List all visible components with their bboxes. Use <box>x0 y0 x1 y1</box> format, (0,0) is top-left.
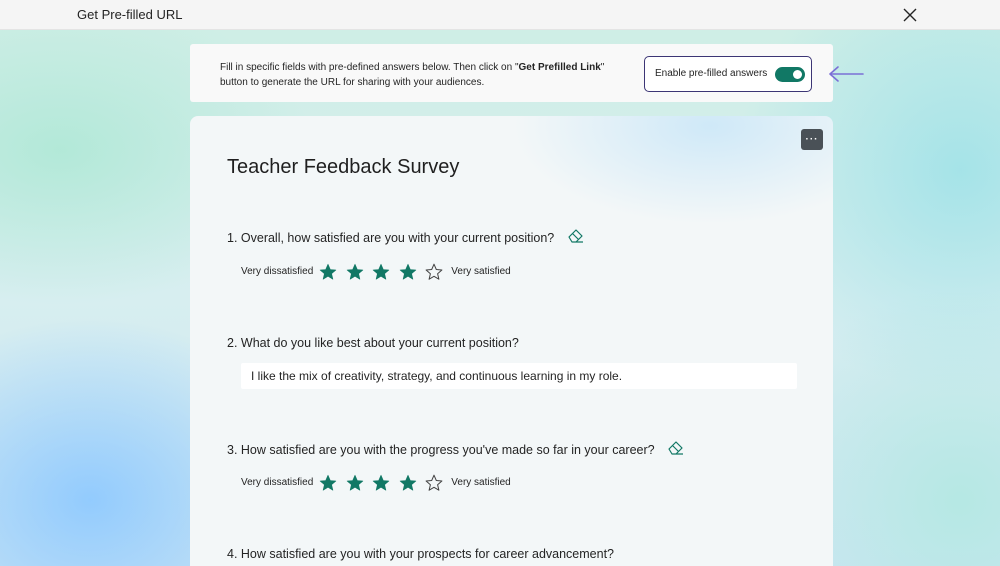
star-filled-icon[interactable] <box>318 473 338 491</box>
question-3: 3. How satisfied are you with the progre… <box>227 440 684 460</box>
star-filled-icon[interactable] <box>345 262 365 280</box>
star-filled-icon[interactable] <box>398 262 418 280</box>
rating-question-3: Very dissatisfied Very satisfied <box>241 473 511 491</box>
arrow-left-icon <box>828 66 864 87</box>
more-icon: ··· <box>805 133 819 145</box>
eraser-icon[interactable] <box>567 228 584 248</box>
enable-prefilled-toggle[interactable]: Enable pre-filled answers <box>644 56 812 92</box>
window-title: Get Pre-filled URL <box>77 7 183 22</box>
prefill-notice: Fill in specific fields with pre-defined… <box>190 44 833 102</box>
star-filled-icon[interactable] <box>345 473 365 491</box>
eraser-icon[interactable] <box>667 440 684 460</box>
rating-question-1: Very dissatisfied Very satisfied <box>241 262 511 280</box>
survey-card: ··· Teacher Feedback Survey 1. Overall, … <box>190 116 833 566</box>
rating-high-label: Very satisfied <box>451 476 511 488</box>
star-filled-icon[interactable] <box>318 262 338 280</box>
get-prefilled-link-label: Get Prefilled Link <box>518 62 601 73</box>
rating-low-label: Very dissatisfied <box>241 265 314 277</box>
close-icon[interactable] <box>900 5 920 25</box>
answer-input[interactable]: I like the mix of creativity, strategy, … <box>241 363 797 389</box>
question-2-text: 2. What do you like best about your curr… <box>227 335 519 350</box>
star-empty-icon[interactable] <box>424 473 444 491</box>
notice-text: Fill in specific fields with pre-defined… <box>220 62 605 88</box>
question-2: 2. What do you like best about your curr… <box>227 334 519 352</box>
rating-stars <box>318 473 444 491</box>
rating-stars <box>318 262 444 280</box>
toggle-switch[interactable] <box>775 67 805 82</box>
star-filled-icon[interactable] <box>398 473 418 491</box>
star-empty-icon[interactable] <box>424 262 444 280</box>
more-options-button[interactable]: ··· <box>801 129 823 150</box>
survey-title: Teacher Feedback Survey <box>227 156 460 178</box>
star-filled-icon[interactable] <box>371 473 391 491</box>
question-1-text: 1. Overall, how satisfied are you with y… <box>227 231 555 245</box>
rating-high-label: Very satisfied <box>451 265 511 277</box>
toggle-knob <box>793 70 802 79</box>
question-4-text: 4. How satisfied are you with your prosp… <box>227 546 614 561</box>
star-filled-icon[interactable] <box>371 262 391 280</box>
rating-low-label: Very dissatisfied <box>241 476 314 488</box>
question-3-text: 3. How satisfied are you with the progre… <box>227 443 655 457</box>
question-1: 1. Overall, how satisfied are you with y… <box>227 228 584 248</box>
window-titlebar: Get Pre-filled URL <box>0 0 1000 30</box>
question-4: 4. How satisfied are you with your prosp… <box>227 545 614 563</box>
toggle-label: Enable pre-filled answers <box>655 68 768 79</box>
